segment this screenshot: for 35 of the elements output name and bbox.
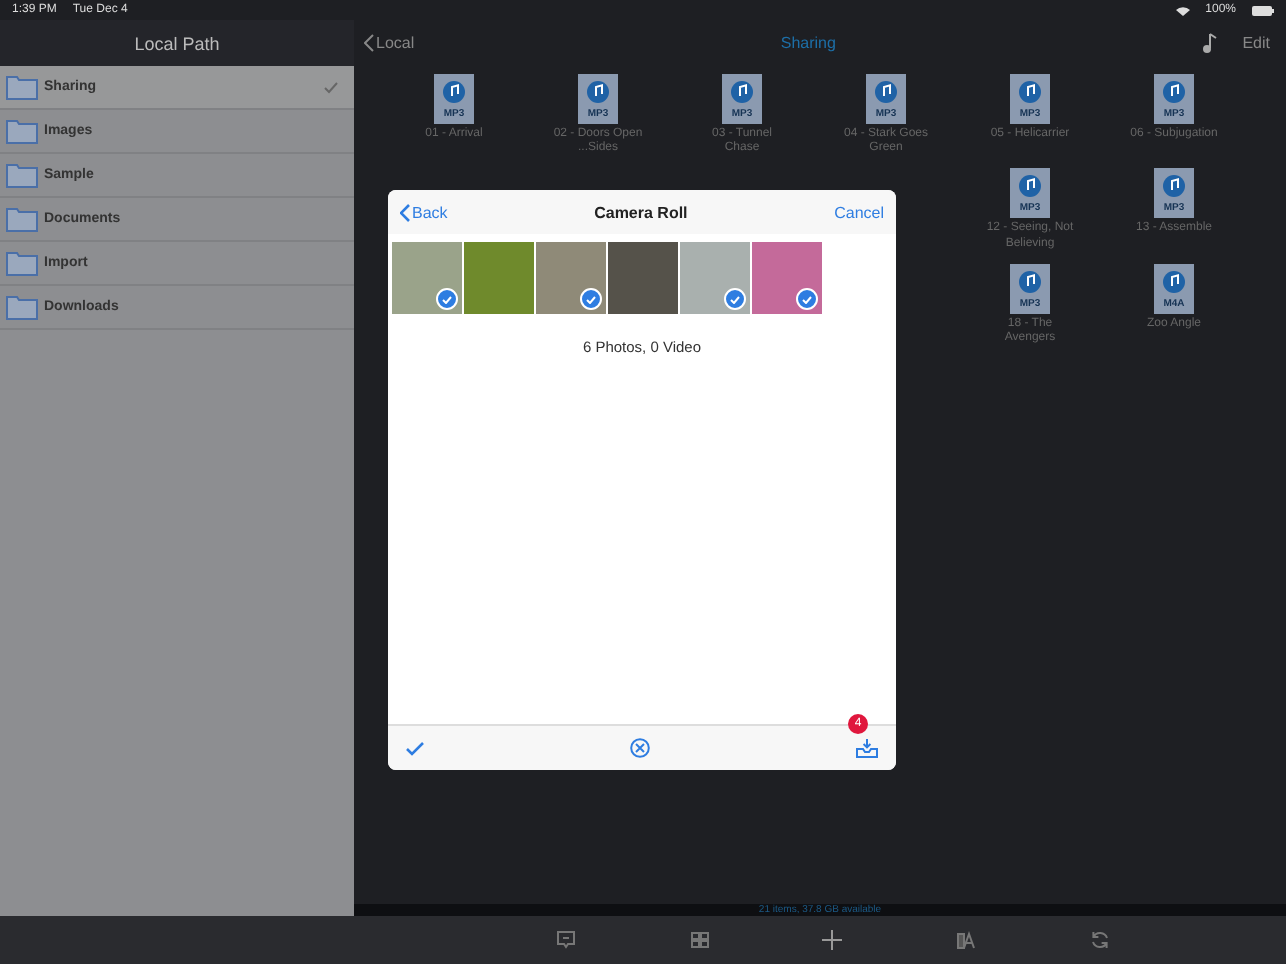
refresh-icon[interactable] bbox=[1089, 930, 1110, 950]
selected-check-icon bbox=[436, 288, 458, 310]
photo-placeholder[interactable] bbox=[752, 242, 822, 314]
text-size-icon[interactable] bbox=[956, 930, 977, 950]
wifi-icon bbox=[1175, 5, 1190, 15]
chevron-left-icon bbox=[364, 34, 374, 52]
selected-check-icon bbox=[724, 288, 746, 310]
folder-title: Sharing bbox=[778, 34, 838, 52]
chevron-left-icon bbox=[400, 203, 410, 221]
selected-check-icon bbox=[580, 288, 602, 310]
photo-placeholder[interactable] bbox=[536, 242, 606, 314]
sidebar-title: Local Path bbox=[134, 33, 220, 53]
selected-check-icon bbox=[796, 288, 818, 310]
folder-icon bbox=[6, 118, 38, 144]
photo-placeholder[interactable] bbox=[392, 242, 462, 314]
plus-icon[interactable] bbox=[822, 930, 843, 950]
grid-icon[interactable] bbox=[689, 930, 710, 950]
music-note-icon[interactable] bbox=[1202, 32, 1219, 54]
back-button[interactable]: Back bbox=[400, 203, 448, 221]
cancel-button[interactable]: Cancel bbox=[834, 203, 884, 221]
edit-button[interactable]: Edit bbox=[1242, 34, 1270, 52]
folder-icon bbox=[6, 294, 38, 320]
photo-placeholder[interactable] bbox=[680, 242, 750, 314]
folder-icon bbox=[6, 162, 38, 188]
checkmark-icon[interactable] bbox=[406, 741, 424, 755]
folder-icon bbox=[6, 74, 38, 100]
comment-icon[interactable] bbox=[556, 930, 577, 950]
dialog-title: Camera Roll bbox=[592, 203, 690, 221]
back-link[interactable]: Local bbox=[364, 34, 415, 52]
folder-icon bbox=[6, 206, 38, 232]
import-tray-icon[interactable] bbox=[856, 738, 878, 758]
checkmark-icon bbox=[324, 81, 338, 93]
folder-icon bbox=[6, 250, 38, 276]
deselect-icon[interactable] bbox=[630, 738, 650, 758]
battery-icon bbox=[1252, 5, 1274, 15]
